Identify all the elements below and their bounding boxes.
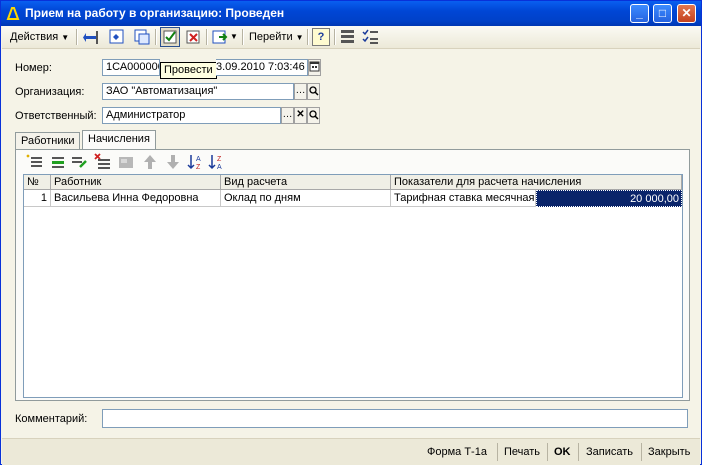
bottom-command-bar: Форма Т-1а Печать OK Записать Закрыть (2, 438, 700, 465)
command-separator (578, 443, 579, 461)
ok-button[interactable]: OK (554, 443, 571, 461)
document-structure-icon[interactable] (108, 28, 126, 46)
move-up-icon (141, 153, 159, 171)
column-header-employee[interactable]: Работник (51, 175, 221, 190)
responsible-select-button[interactable]: … (281, 107, 294, 124)
svg-text:Z: Z (217, 156, 222, 163)
organization-field[interactable]: ЗАО "Автоматизация" (102, 83, 294, 100)
cell-calc-type[interactable]: Оклад по дням (221, 190, 391, 207)
create-based-on-icon[interactable] (211, 28, 229, 46)
responsible-field[interactable]: Администратор (102, 107, 281, 124)
checklist-icon[interactable] (362, 28, 380, 46)
save-button[interactable]: Записать (586, 443, 633, 461)
move-left-icon[interactable] (83, 28, 101, 46)
responsible-label: Ответственный: (15, 110, 97, 122)
edit-row-icon[interactable] (70, 153, 88, 171)
tab-accruals[interactable]: Начисления (82, 130, 156, 150)
svg-text:A: A (196, 156, 201, 163)
toolbar-separator (206, 29, 208, 45)
organization-select-button[interactable]: … (294, 83, 307, 100)
document-window: Прием на работу в организацию: Проведен … (0, 0, 702, 465)
dropdown-arrow-icon: ▼ (295, 33, 304, 42)
post-document-icon[interactable] (160, 27, 180, 47)
create-based-on-dropdown-icon[interactable]: ▼ (230, 28, 238, 46)
print-button[interactable]: Печать (504, 443, 540, 461)
column-header-number[interactable]: № (24, 175, 51, 190)
comment-label: Комментарий: (15, 413, 88, 425)
copy-document-icon[interactable] (133, 28, 151, 46)
app-1c-icon (6, 6, 20, 20)
row-number: 1 (24, 190, 51, 207)
comment-field[interactable] (102, 409, 688, 428)
date-field[interactable]: 3.09.2010 7:03:46 (216, 59, 308, 76)
number-label: Номер: (15, 62, 52, 74)
cell-employee[interactable]: Васильева Инна Федоровна (51, 190, 221, 207)
actions-label: Действия (10, 31, 59, 43)
goto-label: Перейти (249, 31, 293, 43)
title-bar[interactable]: Прием на работу в организацию: Проведен … (1, 1, 701, 26)
dropdown-arrow-icon: ▼ (61, 33, 70, 42)
toolbar-separator (76, 29, 78, 45)
toolbar-separator (242, 29, 244, 45)
maximize-button[interactable]: □ (653, 4, 672, 23)
cell-indicator-amount[interactable]: 20 000,00 (536, 190, 682, 207)
tab-employees[interactable]: Работники (15, 132, 81, 150)
command-separator (547, 443, 548, 461)
goto-menu[interactable]: Перейти ▼ (249, 28, 304, 46)
toolbar-separator (307, 29, 309, 45)
cell-indicator-name: Тарифная ставка месячная (391, 190, 536, 207)
delete-row-icon[interactable] (94, 153, 112, 171)
organization-label: Организация: (15, 86, 85, 98)
command-separator (497, 443, 498, 461)
add-row-icon[interactable] (26, 153, 44, 171)
responsible-open-icon[interactable] (307, 107, 320, 124)
actions-menu[interactable]: Действия ▼ (10, 28, 69, 46)
accruals-table[interactable]: № Работник Вид расчета Показатели для ра… (23, 174, 683, 398)
minimize-button[interactable]: _ (630, 4, 649, 23)
svg-text:Z: Z (196, 164, 201, 171)
unpost-document-icon[interactable] (184, 28, 202, 46)
calendar-icon[interactable] (308, 59, 321, 76)
end-edit-icon (117, 153, 135, 171)
tooltip: Провести (160, 62, 217, 79)
column-header-calc-type[interactable]: Вид расчета (221, 175, 391, 190)
close-window-button[interactable]: ✕ (677, 4, 696, 23)
column-header-indicators[interactable]: Показатели для расчета начисления (391, 175, 682, 190)
close-button[interactable]: Закрыть (648, 443, 690, 461)
list-view-icon[interactable] (339, 28, 357, 46)
toolbar-separator (155, 29, 157, 45)
toolbar-separator (334, 29, 336, 45)
svg-text:A: A (217, 164, 222, 171)
help-icon[interactable]: ? (312, 28, 330, 46)
sort-descending-icon[interactable]: ZA (208, 153, 226, 171)
toolbar: Действия ▼ ▼ Перейти ▼ ? (2, 26, 700, 49)
form-t1a-button[interactable]: Форма Т-1а (427, 443, 487, 461)
command-separator (641, 443, 642, 461)
move-down-icon (164, 153, 182, 171)
sort-ascending-icon[interactable]: AZ (187, 153, 205, 171)
number-field[interactable]: 1СА000000 (102, 59, 160, 76)
window-title: Прием на работу в организацию: Проведен (25, 6, 285, 20)
responsible-clear-icon[interactable]: ✕ (294, 107, 307, 124)
organization-open-icon[interactable] (307, 83, 320, 100)
copy-row-icon[interactable] (48, 153, 66, 171)
